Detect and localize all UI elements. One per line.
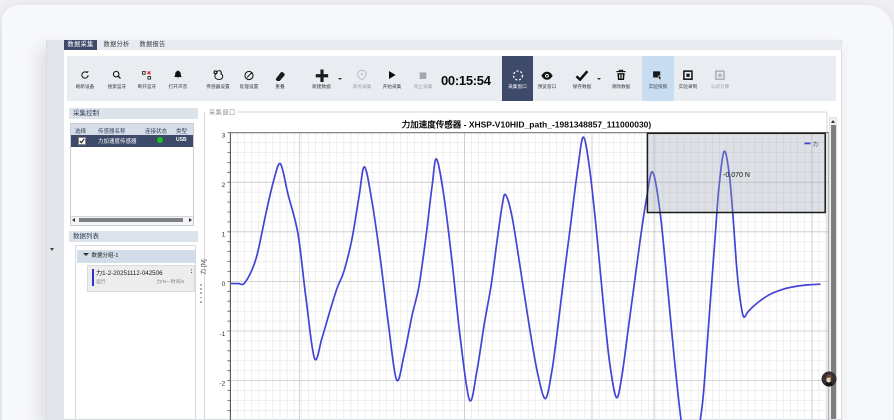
svg-text:力加速度传感器 - XHSP-V10HID_path_-19: 力加速度传感器 - XHSP-V10HID_path_-1981348857_1… [402,119,652,129]
svg-text:2: 2 [222,182,226,189]
svg-text:1: 1 [222,232,226,239]
svg-text:0: 0 [222,281,226,288]
svg-text:采集窗口: 采集窗口 [209,108,236,116]
svg-text:力: 力 [813,140,818,148]
svg-text:-2: -2 [220,380,226,387]
svg-text:-1: -1 [220,331,226,338]
svg-text:力 [N]: 力 [N] [200,259,208,275]
svg-text:-0.070 N: -0.070 N [723,172,750,179]
svg-text:3: 3 [222,132,226,139]
